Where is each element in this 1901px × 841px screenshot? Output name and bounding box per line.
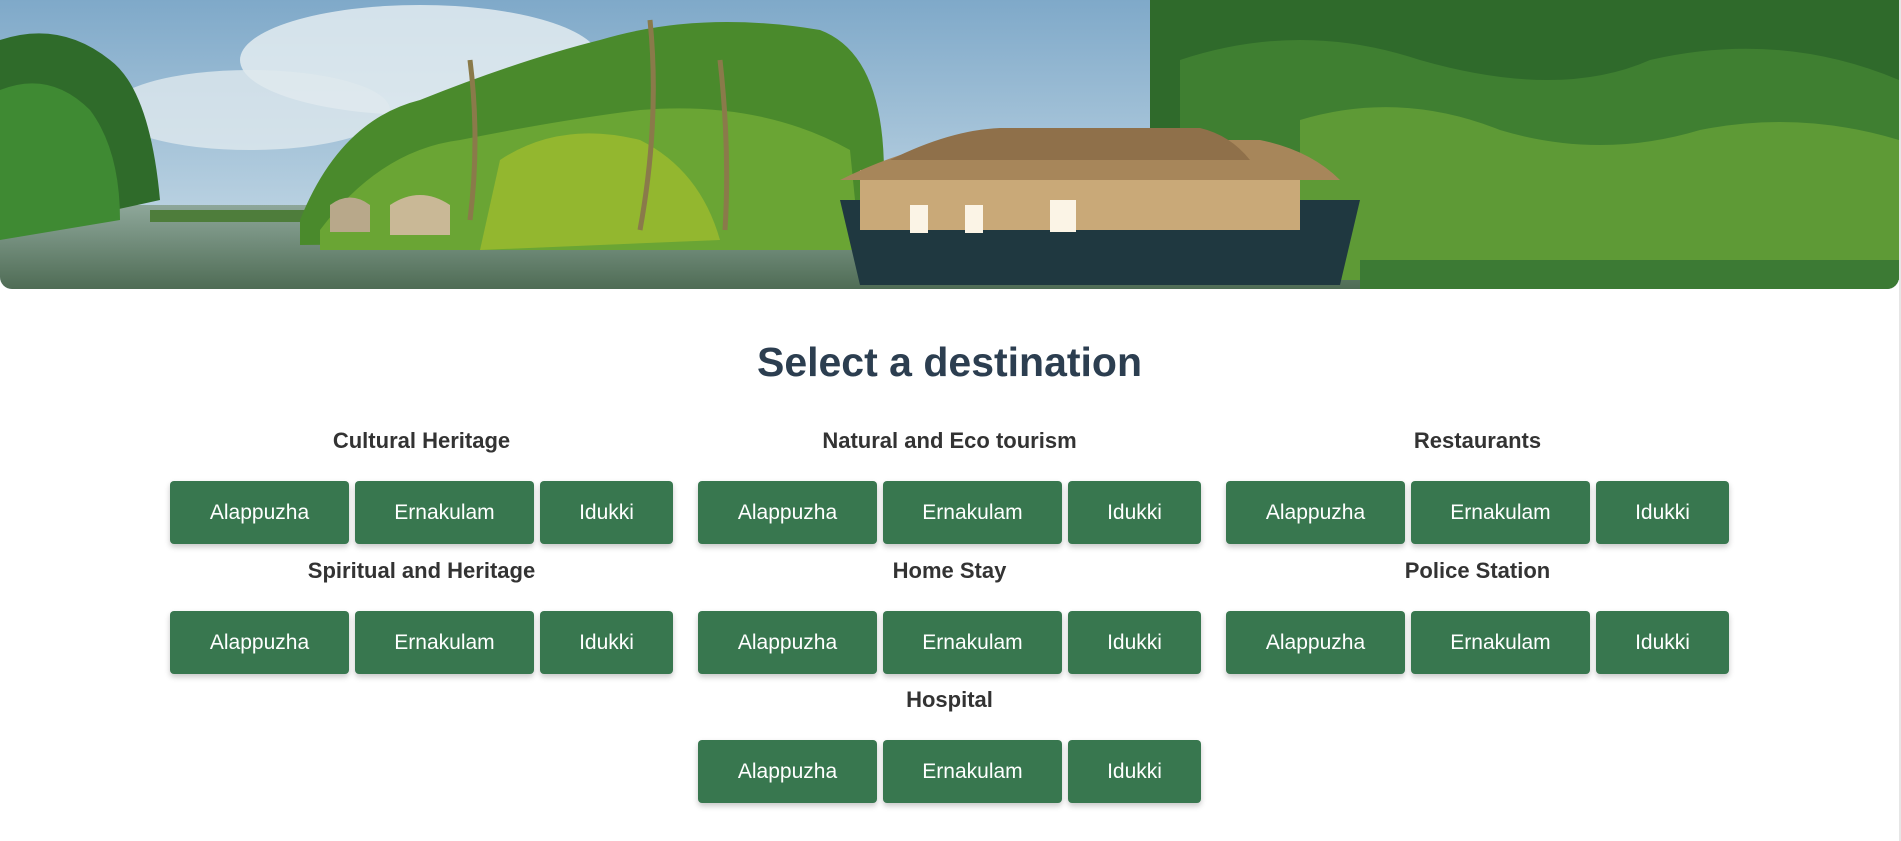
- idukki-button[interactable]: Idukki: [1596, 611, 1729, 674]
- section-title: Home Stay: [892, 558, 1007, 583]
- alappuzha-button[interactable]: Alappuzha: [1226, 481, 1405, 544]
- button-row: Alappuzha Ernakulam Idukki: [170, 611, 673, 674]
- section-title: Natural and Eco tourism: [822, 428, 1077, 453]
- section-title: Police Station: [1404, 558, 1551, 583]
- button-row: Alappuzha Ernakulam Idukki: [1226, 481, 1729, 544]
- idukki-button[interactable]: Idukki: [540, 611, 673, 674]
- button-row: Alappuzha Ernakulam Idukki: [698, 481, 1201, 544]
- section-cultural-heritage: Cultural Heritage Alappuzha Ernakulam Id…: [170, 426, 673, 544]
- section-hospital: Hospital Alappuzha Ernakulam Idukki: [698, 685, 1201, 803]
- idukki-button[interactable]: Idukki: [540, 481, 673, 544]
- section-title: Cultural Heritage: [332, 428, 511, 453]
- hero-banner: [0, 0, 1899, 289]
- ernakulam-button[interactable]: Ernakulam: [883, 740, 1062, 803]
- alappuzha-button[interactable]: Alappuzha: [170, 611, 349, 674]
- section-title: Restaurants: [1413, 428, 1542, 453]
- section-restaurants: Restaurants Alappuzha Ernakulam Idukki: [1226, 426, 1729, 544]
- button-row: Alappuzha Ernakulam Idukki: [698, 740, 1201, 803]
- section-home-stay: Home Stay Alappuzha Ernakulam Idukki: [698, 556, 1201, 674]
- ernakulam-button[interactable]: Ernakulam: [883, 481, 1062, 544]
- idukki-button[interactable]: Idukki: [1068, 481, 1201, 544]
- ernakulam-button[interactable]: Ernakulam: [1411, 481, 1590, 544]
- section-title: Hospital: [906, 687, 993, 712]
- alappuzha-button[interactable]: Alappuzha: [170, 481, 349, 544]
- section-natural-eco-tourism: Natural and Eco tourism Alappuzha Ernaku…: [698, 426, 1201, 544]
- ernakulam-button[interactable]: Ernakulam: [1411, 611, 1590, 674]
- section-spiritual-heritage: Spiritual and Heritage Alappuzha Ernakul…: [170, 556, 673, 674]
- idukki-button[interactable]: Idukki: [1068, 740, 1201, 803]
- idukki-button[interactable]: Idukki: [1068, 611, 1201, 674]
- button-row: Alappuzha Ernakulam Idukki: [698, 611, 1201, 674]
- button-row: Alappuzha Ernakulam Idukki: [170, 481, 673, 544]
- alappuzha-button[interactable]: Alappuzha: [698, 740, 877, 803]
- page-title: Select a destination: [756, 339, 1143, 385]
- page: Select a destination Cultural Heritage A…: [0, 0, 1901, 841]
- ernakulam-button[interactable]: Ernakulam: [355, 611, 534, 674]
- ernakulam-button[interactable]: Ernakulam: [355, 481, 534, 544]
- alappuzha-button[interactable]: Alappuzha: [1226, 611, 1405, 674]
- alappuzha-button[interactable]: Alappuzha: [698, 481, 877, 544]
- section-police-station: Police Station Alappuzha Ernakulam Idukk…: [1226, 556, 1729, 674]
- button-row: Alappuzha Ernakulam Idukki: [1226, 611, 1729, 674]
- alappuzha-button[interactable]: Alappuzha: [698, 611, 877, 674]
- hero-backwaters-image: [0, 0, 1899, 289]
- ernakulam-button[interactable]: Ernakulam: [883, 611, 1062, 674]
- section-title: Spiritual and Heritage: [307, 558, 536, 583]
- idukki-button[interactable]: Idukki: [1596, 481, 1729, 544]
